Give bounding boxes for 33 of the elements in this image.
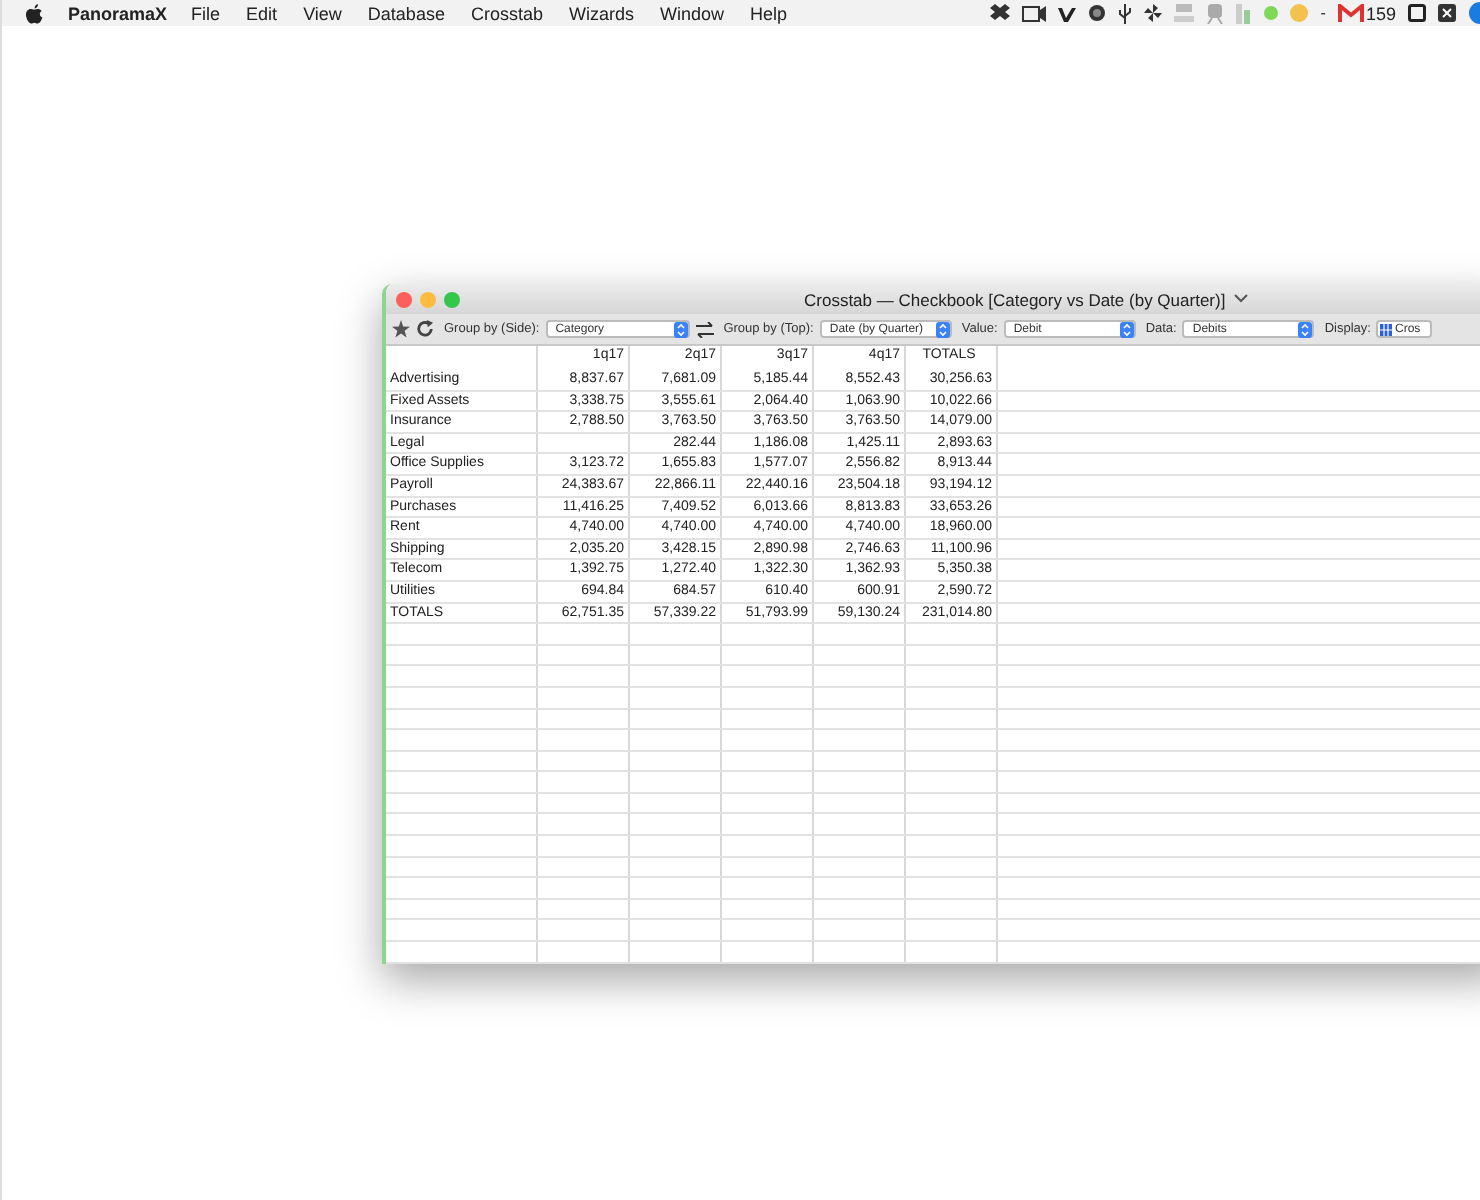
menu-item[interactable]: Edit [246, 3, 278, 23]
menu-item[interactable]: Window [659, 3, 724, 23]
stepper-icon [1119, 322, 1134, 338]
mail-counter[interactable]: 159 [1337, 3, 1396, 23]
menu-item[interactable]: Database [367, 3, 445, 23]
record-icon[interactable] [1088, 4, 1107, 22]
pinwheel-icon[interactable] [1144, 4, 1163, 22]
app-menu[interactable]: PanoramaX [68, 3, 168, 23]
apple-icon[interactable] [26, 3, 44, 23]
menu-item[interactable]: File [191, 3, 221, 23]
mail-count: 159 [1365, 3, 1396, 23]
mail-icon [1337, 4, 1364, 22]
menu-item[interactable]: Help [750, 3, 788, 23]
stepper-icon [935, 322, 950, 338]
status-dot-icon[interactable] [1264, 6, 1279, 20]
status-text: - [1320, 4, 1326, 22]
app-icon[interactable] [1438, 4, 1456, 22]
usb-icon[interactable] [1118, 3, 1133, 23]
chevron-icon[interactable] [1233, 294, 1248, 304]
menu-item[interactable]: View [303, 3, 342, 23]
star-icon[interactable] [392, 320, 410, 338]
v-logo-icon[interactable] [1058, 5, 1077, 21]
siri-icon[interactable] [1468, 2, 1480, 24]
menu-item[interactable]: Crosstab [470, 3, 543, 23]
refresh-icon[interactable] [416, 320, 434, 338]
stepper-icon [673, 322, 688, 338]
menu-item[interactable]: Wizards [568, 3, 634, 23]
grid-icon [1380, 323, 1393, 335]
window-title: Crosstab — Checkbook [Category vs Date (by Quarter)] [804, 289, 1226, 309]
stepper-icon [1298, 322, 1313, 338]
camera-icon[interactable] [1022, 5, 1047, 21]
square-icon[interactable] [1408, 4, 1426, 22]
swap-icon[interactable] [695, 321, 714, 337]
